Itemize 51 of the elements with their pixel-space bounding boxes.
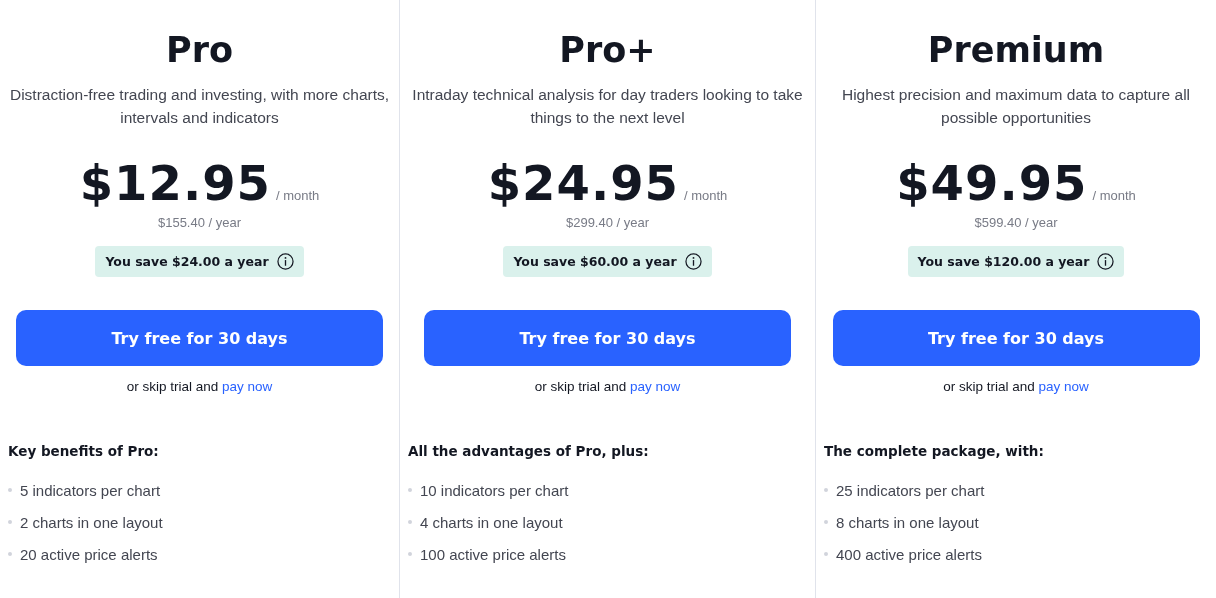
benefit-text: 400 active price alerts [836,545,982,563]
skip-trial-text: or skip trial and pay now [534,379,681,394]
info-icon[interactable] [276,253,294,270]
benefit-text: 10 indicators per chart [420,481,569,499]
skip-trial-text: or skip trial and pay now [126,379,273,394]
yearly-price: $299.40 / year [565,214,650,232]
yearly-price: $155.40 / year [157,214,242,232]
plan-description: Intraday technical analysis for day traders looking to take things to the next level [411,85,804,128]
benefits-heading: All the advantages of Pro, plus: [408,442,650,460]
trial-button[interactable]: Try free for 30 days [424,310,791,366]
benefit-text: 25 indicators per chart [836,481,985,499]
pay-now-link[interactable]: pay now [630,379,681,394]
plan-title: Pro+ [559,29,656,71]
savings-text: You save $60.00 a year [513,254,677,269]
bullet-icon [824,520,828,524]
bullet-icon [824,488,828,492]
monthly-price: $24.95 [487,154,679,212]
price-period: / month [275,188,320,203]
info-icon[interactable] [684,253,702,270]
plan-title: Premium [927,29,1105,71]
pay-now-link[interactable]: pay now [1038,379,1089,394]
plan-description: Distraction-free trading and investing, with more charts, intervals and indicators [8,85,391,128]
yearly-price: $599.40 / year [974,214,1058,232]
bullet-icon [8,520,12,524]
trial-button[interactable]: Try free for 30 days [16,310,383,366]
savings-text: You save $120.00 a year [917,254,1090,269]
price-period: / month [683,188,728,203]
bullet-icon [408,488,412,492]
benefits-heading: The complete package, with: [824,442,1045,460]
benefits-heading: Key benefits of Pro: [8,442,160,460]
monthly-price: $12.95 [79,154,271,212]
monthly-price: $49.95 [896,154,1088,212]
savings-text: You save $24.00 a year [105,254,269,269]
bullet-icon [8,488,12,492]
info-icon[interactable] [1097,253,1115,270]
trial-button[interactable]: Try free for 30 days [832,310,1200,366]
bullet-icon [408,520,412,524]
price-period: / month [1092,188,1136,203]
benefit-text: 8 charts in one layout [836,513,979,531]
bullet-icon [824,552,828,556]
benefit-text: 2 charts in one layout [20,513,163,531]
benefit-text: 100 active price alerts [420,545,566,563]
plan-title: Pro [166,29,233,71]
benefit-text: 5 indicators per chart [20,481,161,499]
skip-trial-text: or skip trial and pay now [943,379,1089,394]
pay-now-link[interactable]: pay now [222,379,273,394]
bullet-icon [408,552,412,556]
benefit-text: 4 charts in one layout [420,513,563,531]
bullet-icon [8,552,12,556]
plan-description: Highest precision and maximum data to capture all possible opportunities [840,85,1192,128]
benefit-text: 20 active price alerts [20,545,158,563]
